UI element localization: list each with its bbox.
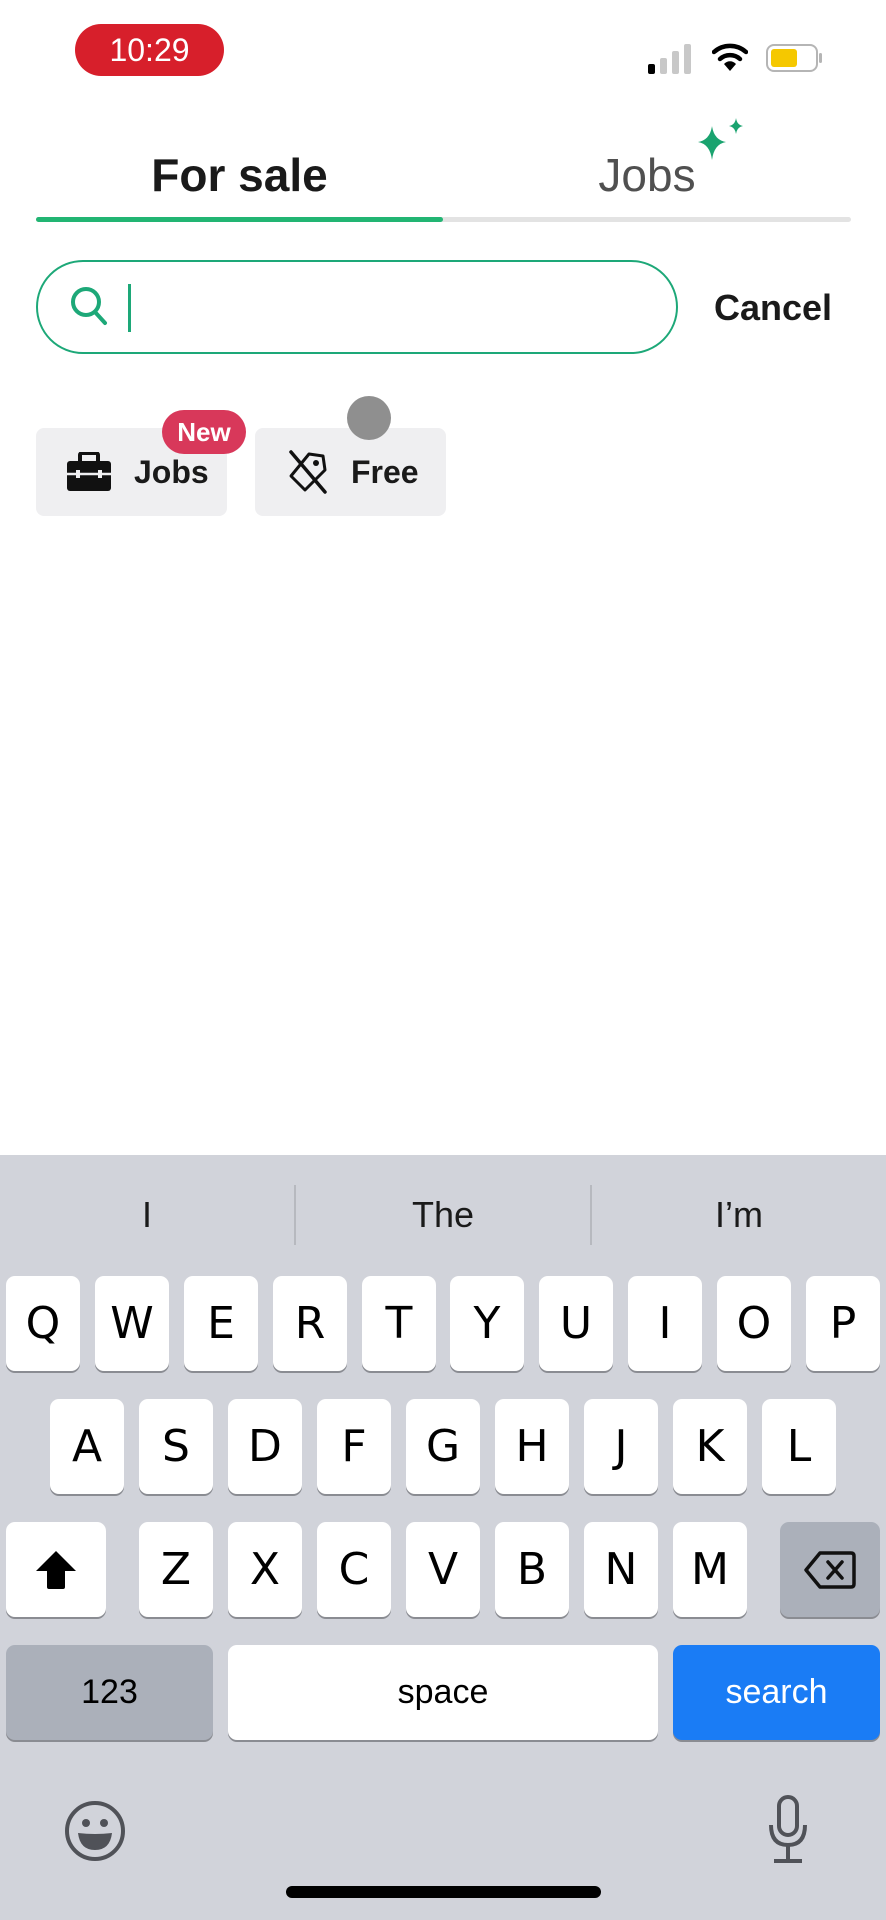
text-cursor xyxy=(128,284,131,332)
numbers-key[interactable]: 123 xyxy=(6,1645,213,1740)
key-x[interactable]: X xyxy=(228,1522,302,1617)
key-w[interactable]: W xyxy=(95,1276,169,1371)
touch-indicator xyxy=(347,396,391,440)
key-m[interactable]: M xyxy=(673,1522,747,1617)
shift-key[interactable] xyxy=(6,1522,106,1617)
chip-free[interactable]: Free xyxy=(255,428,446,516)
key-u[interactable]: U xyxy=(539,1276,613,1371)
search-key[interactable]: search xyxy=(673,1645,880,1740)
wifi-icon xyxy=(712,43,748,71)
key-g[interactable]: G xyxy=(406,1399,480,1494)
key-c[interactable]: C xyxy=(317,1522,391,1617)
tab-jobs[interactable]: Jobs xyxy=(443,140,851,210)
suggestion-2[interactable]: The xyxy=(296,1180,590,1250)
backspace-icon xyxy=(804,1550,856,1589)
key-t[interactable]: T xyxy=(362,1276,436,1371)
key-v[interactable]: V xyxy=(406,1522,480,1617)
key-h[interactable]: H xyxy=(495,1399,569,1494)
key-k[interactable]: K xyxy=(673,1399,747,1494)
delete-key[interactable] xyxy=(780,1522,880,1617)
key-b[interactable]: B xyxy=(495,1522,569,1617)
key-r[interactable]: R xyxy=(273,1276,347,1371)
key-z[interactable]: Z xyxy=(139,1522,213,1617)
key-e[interactable]: E xyxy=(184,1276,258,1371)
active-tab-indicator xyxy=(36,217,443,222)
new-badge: New xyxy=(162,410,246,454)
microphone-icon[interactable] xyxy=(766,1795,810,1865)
key-y[interactable]: Y xyxy=(450,1276,524,1371)
suggestion-3[interactable]: I’m xyxy=(592,1180,886,1250)
key-d[interactable]: D xyxy=(228,1399,302,1494)
key-n[interactable]: N xyxy=(584,1522,658,1617)
cellular-signal-icon xyxy=(648,44,691,74)
key-f[interactable]: F xyxy=(317,1399,391,1494)
space-key[interactable]: space xyxy=(228,1645,658,1740)
briefcase-icon xyxy=(67,452,111,491)
tab-for-sale[interactable]: For sale xyxy=(36,140,443,210)
suggestion-1[interactable]: I xyxy=(0,1180,294,1250)
key-o[interactable]: O xyxy=(717,1276,791,1371)
key-l[interactable]: L xyxy=(762,1399,836,1494)
cancel-button[interactable]: Cancel xyxy=(708,280,838,336)
key-i[interactable]: I xyxy=(628,1276,702,1371)
chip-jobs-label: Jobs xyxy=(134,453,209,490)
chip-free-label: Free xyxy=(351,453,419,490)
shift-arrow-icon xyxy=(36,1550,76,1589)
key-q[interactable]: Q xyxy=(6,1276,80,1371)
battery-icon xyxy=(766,44,822,72)
key-s[interactable]: S xyxy=(139,1399,213,1494)
search-input[interactable] xyxy=(140,270,664,346)
status-time: 10:29 xyxy=(75,24,224,76)
key-a[interactable]: A xyxy=(50,1399,124,1494)
key-p[interactable]: P xyxy=(806,1276,880,1371)
search-icon xyxy=(71,287,107,325)
key-j[interactable]: J xyxy=(584,1399,658,1494)
sparkle-icon xyxy=(698,118,743,160)
emoji-icon[interactable] xyxy=(64,1800,126,1862)
no-price-tag-icon xyxy=(289,450,327,494)
home-indicator xyxy=(286,1886,601,1898)
